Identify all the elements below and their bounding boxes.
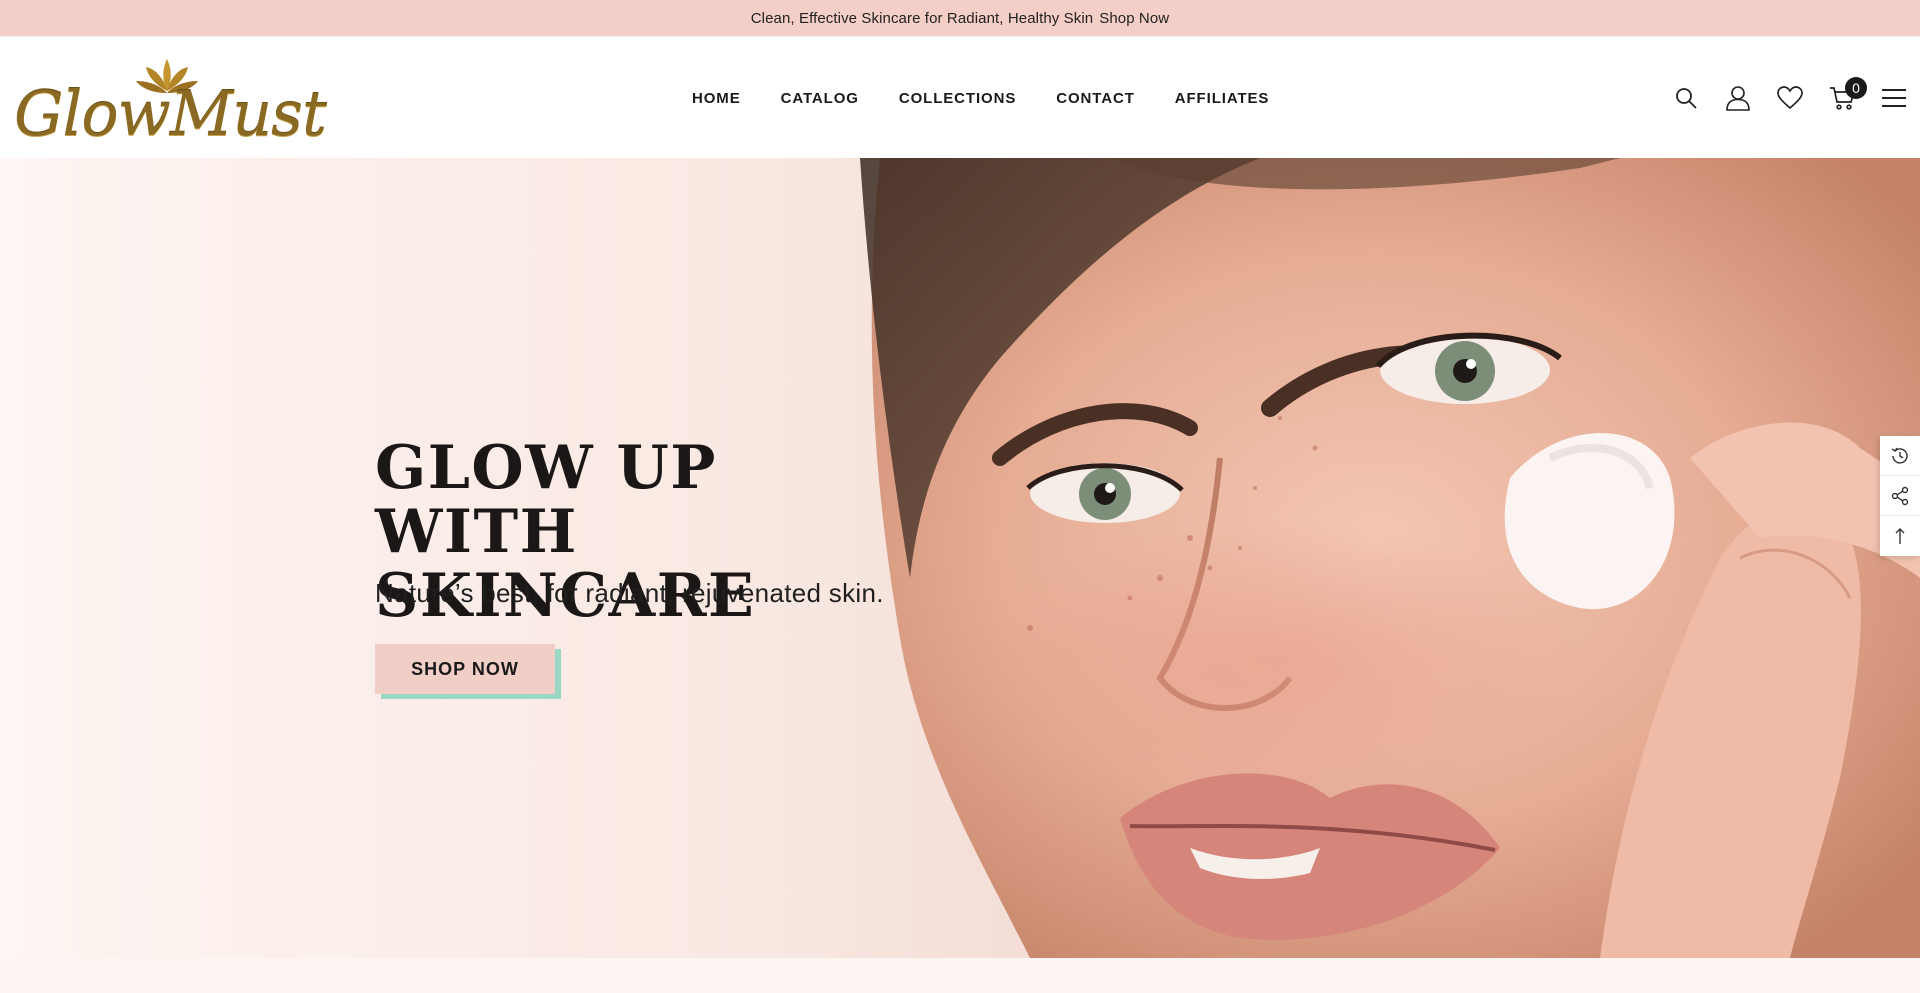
back-to-top-icon [1895,528,1905,544]
nav-item-catalog[interactable]: CATALOG [761,90,879,107]
menu-button[interactable] [1868,72,1920,124]
brand-wordmark: GlowMust [14,77,327,150]
search-button[interactable] [1660,72,1712,124]
announcement-link[interactable]: Shop Now [1099,10,1169,27]
recently-viewed-button[interactable] [1880,436,1920,476]
hero-banner: GLOW UP WITH SKINCARE Nature’s best, for… [0,158,1920,958]
wishlist-button[interactable] [1764,72,1816,124]
cart-count-badge: 0 [1845,77,1867,99]
header-actions: 0 [1660,37,1920,159]
nav-item-affiliates[interactable]: AFFILIATES [1155,90,1290,107]
site-header: GlowMust HOME CATALOG COLLECTIONS CONTAC… [0,36,1920,158]
announcement-bar: Clean, Effective Skincare for Radiant, H… [0,0,1920,36]
hamburger-icon [1882,89,1906,107]
back-to-top-button[interactable] [1880,516,1920,556]
search-icon [1676,88,1697,109]
account-button[interactable] [1712,72,1764,124]
user-icon [1726,86,1750,111]
heart-icon [1777,86,1803,110]
nav-item-collections[interactable]: COLLECTIONS [879,90,1036,107]
main-nav: HOME CATALOG COLLECTIONS CONTACT AFFILIA… [672,37,1289,159]
announcement-text: Clean, Effective Skincare for Radiant, H… [750,9,1094,27]
hero-subtitle: Nature’s best, for radiant, rejuvenated … [375,578,884,608]
brand-logo[interactable]: GlowMust [12,55,327,149]
shop-now-button[interactable]: SHOP NOW [375,644,555,694]
floating-tools [1880,436,1920,556]
nav-item-home[interactable]: HOME [672,90,761,107]
nav-item-contact[interactable]: CONTACT [1036,90,1155,107]
share-button[interactable] [1880,476,1920,516]
recently-viewed-icon [1891,447,1908,464]
share-icon [1891,486,1909,505]
cart-button[interactable]: 0 [1816,72,1868,124]
hero-model-image [860,158,1920,958]
next-section [0,958,1920,993]
